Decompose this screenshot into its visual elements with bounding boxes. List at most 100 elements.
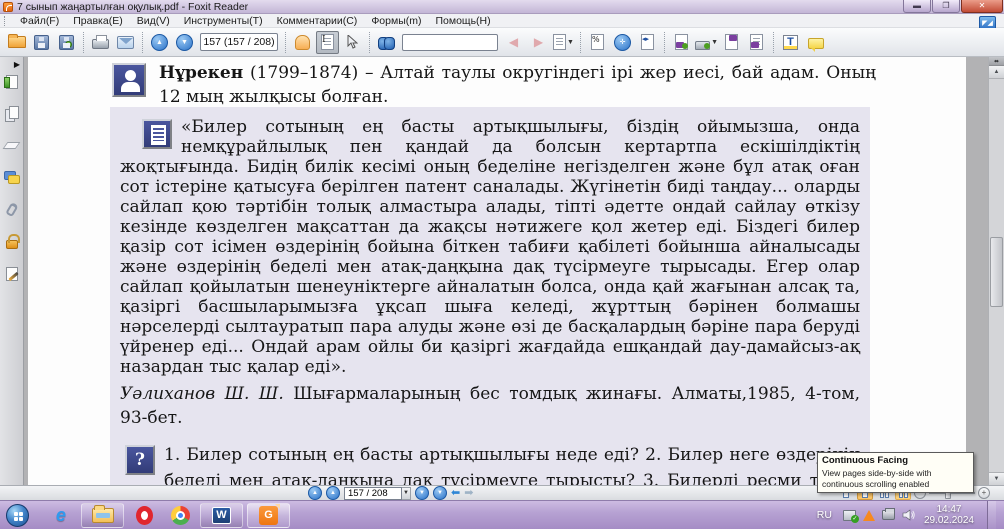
previous-view-button[interactable]: ⬅ — [451, 488, 460, 499]
highlight-text-icon: T — [783, 34, 798, 50]
toolbar-separator — [580, 31, 581, 53]
quote-text: «Билер сотының ең басты артықшылығы, біз… — [120, 117, 860, 377]
system-tray: RU 14:47 29.02.2024 — [817, 500, 996, 529]
questions-paragraph: ? 1. Билер сотының ең басты артықшылығы … — [120, 442, 860, 485]
explorer-taskbar-button[interactable] — [81, 502, 124, 528]
next-view-button[interactable]: ➡ — [464, 488, 473, 499]
foxit-taskbar-button[interactable]: G — [247, 502, 290, 528]
menu-item-tools[interactable]: Инструменты(T) — [177, 15, 270, 27]
highlight-text-button[interactable]: T — [779, 31, 802, 54]
question-icon: ? — [125, 445, 155, 475]
quote-paragraph: «Билер сотының ең басты артықшылығы, біз… — [120, 117, 860, 377]
zoom-in-button[interactable]: + — [978, 487, 990, 499]
export-pdf-button[interactable] — [745, 31, 768, 54]
pages-icon — [8, 106, 19, 119]
toolbar-separator — [773, 31, 774, 53]
menu-item-file[interactable]: Файл(F) — [13, 15, 66, 27]
scrollbar-splitter-handle[interactable]: ⬌ — [989, 57, 1004, 66]
bookmarks-panel-button[interactable] — [3, 73, 20, 90]
attachments-panel-button[interactable] — [3, 201, 20, 218]
intro-text: (1799–1874) – Алтай таулы округіндегі ір… — [159, 63, 876, 107]
toolbar-separator — [142, 31, 143, 53]
zoom-page-icon: % — [591, 34, 604, 50]
restore-button[interactable]: ❐ — [932, 0, 960, 13]
word-taskbar-button[interactable]: W — [200, 502, 243, 528]
lock-icon — [5, 234, 20, 249]
word-icon: W — [212, 506, 231, 524]
network-status-icon[interactable] — [842, 509, 859, 523]
open-file-button[interactable] — [5, 31, 28, 54]
scrollbar-thumb[interactable] — [990, 237, 1003, 307]
save-button[interactable] — [30, 31, 53, 54]
pages-panel-button[interactable] — [3, 105, 20, 122]
start-button[interactable] — [6, 503, 29, 527]
menu-item-edit[interactable]: Правка(E) — [66, 15, 129, 27]
comments-panel-button[interactable] — [3, 169, 20, 186]
page-options-button[interactable]: ▼ — [552, 31, 575, 54]
create-blank-pdf-button[interactable] — [720, 31, 743, 54]
chrome-taskbar-button[interactable] — [164, 502, 196, 528]
bookmarks-icon — [3, 74, 18, 89]
binoculars-icon — [378, 36, 395, 50]
email-icon — [117, 35, 134, 49]
dropdown-caret-icon: ▼ — [567, 38, 574, 46]
next-page-button[interactable]: ▼ — [173, 31, 196, 54]
find-next-button[interactable]: ▶ — [527, 31, 550, 54]
previous-page-button[interactable]: ▲ — [148, 31, 171, 54]
window-title: 7 сынып жаңартылған оқулық.pdf - Foxit R… — [17, 0, 249, 13]
layers-panel-button[interactable] — [2, 137, 21, 154]
close-button[interactable]: ✕ — [961, 0, 1003, 13]
device-icon[interactable] — [881, 508, 895, 520]
security-panel-button[interactable] — [3, 233, 20, 250]
email-button[interactable] — [114, 31, 137, 54]
print-button[interactable] — [89, 31, 112, 54]
toolbar-separator — [369, 31, 370, 53]
menu-item-comments[interactable]: Комментарии(C) — [270, 15, 365, 27]
create-pdf-from-scanner-button[interactable]: ▼ — [695, 31, 718, 54]
volume-icon[interactable] — [902, 509, 915, 521]
questions-text: 1. Билер сотының ең басты артықшылығы не… — [164, 445, 860, 485]
previous-page-button[interactable]: ▲ — [326, 486, 340, 500]
hand-icon — [295, 34, 310, 50]
page-number-field[interactable] — [200, 33, 278, 51]
internet-explorer-taskbar-button[interactable]: e — [45, 502, 77, 528]
find-previous-button[interactable]: ◀ — [502, 31, 525, 54]
language-indicator[interactable]: RU — [817, 509, 836, 521]
fit-page-button[interactable]: ✛ — [611, 31, 634, 54]
toolbar-separator — [664, 31, 665, 53]
menu-item-help[interactable]: Помощь(H) — [428, 15, 497, 27]
menu-item-forms[interactable]: Формы(m) — [364, 15, 428, 27]
pdf-page: Нұрекен (1799–1874) – Алтай таулы округі… — [28, 57, 966, 485]
page-dropdown-button[interactable]: ▼ — [402, 486, 411, 500]
foxit-app-icon — [3, 1, 13, 12]
last-page-button[interactable]: ▼ — [433, 486, 447, 500]
scroll-down-button[interactable]: ▼ — [989, 472, 1004, 485]
save-all-button[interactable] — [55, 31, 78, 54]
forms-panel-button[interactable] — [3, 265, 20, 282]
find-button[interactable] — [375, 31, 398, 54]
menu-item-view[interactable]: Вид(V) — [130, 15, 177, 27]
dropdown-caret-icon: ▼ — [711, 38, 718, 46]
taskbar-clock[interactable]: 14:47 29.02.2024 — [924, 504, 974, 527]
antivirus-icon[interactable] — [862, 509, 875, 521]
pdf-from-file-icon — [675, 34, 688, 50]
next-page-button[interactable]: ▼ — [415, 486, 429, 500]
panel-toggle-arrow-icon[interactable]: ▶ — [14, 60, 20, 69]
create-pdf-from-file-button[interactable] — [670, 31, 693, 54]
zoom-percent-button[interactable]: % — [586, 31, 609, 54]
search-input[interactable] — [402, 33, 498, 51]
opera-taskbar-button[interactable] — [128, 502, 160, 528]
scroll-up-button[interactable]: ▲ — [989, 66, 1004, 79]
fit-width-button[interactable]: ◂▸ — [636, 31, 659, 54]
minimize-button[interactable]: ▬ — [903, 0, 931, 13]
first-page-button[interactable]: ▲ — [308, 486, 322, 500]
hand-tool-button[interactable] — [291, 31, 314, 54]
select-annotation-tool-button[interactable] — [341, 31, 364, 54]
statusbar-page-field[interactable] — [344, 486, 402, 500]
vertical-scrollbar[interactable]: ⬌ ▲ ▼ — [988, 57, 1004, 485]
add-note-button[interactable] — [804, 31, 827, 54]
intro-paragraph: Нұрекен (1799–1874) – Алтай таулы округі… — [112, 61, 876, 109]
arrow-up-icon: ▲ — [151, 33, 168, 51]
select-text-tool-button[interactable]: I — [316, 30, 339, 54]
show-desktop-button[interactable] — [987, 500, 996, 529]
